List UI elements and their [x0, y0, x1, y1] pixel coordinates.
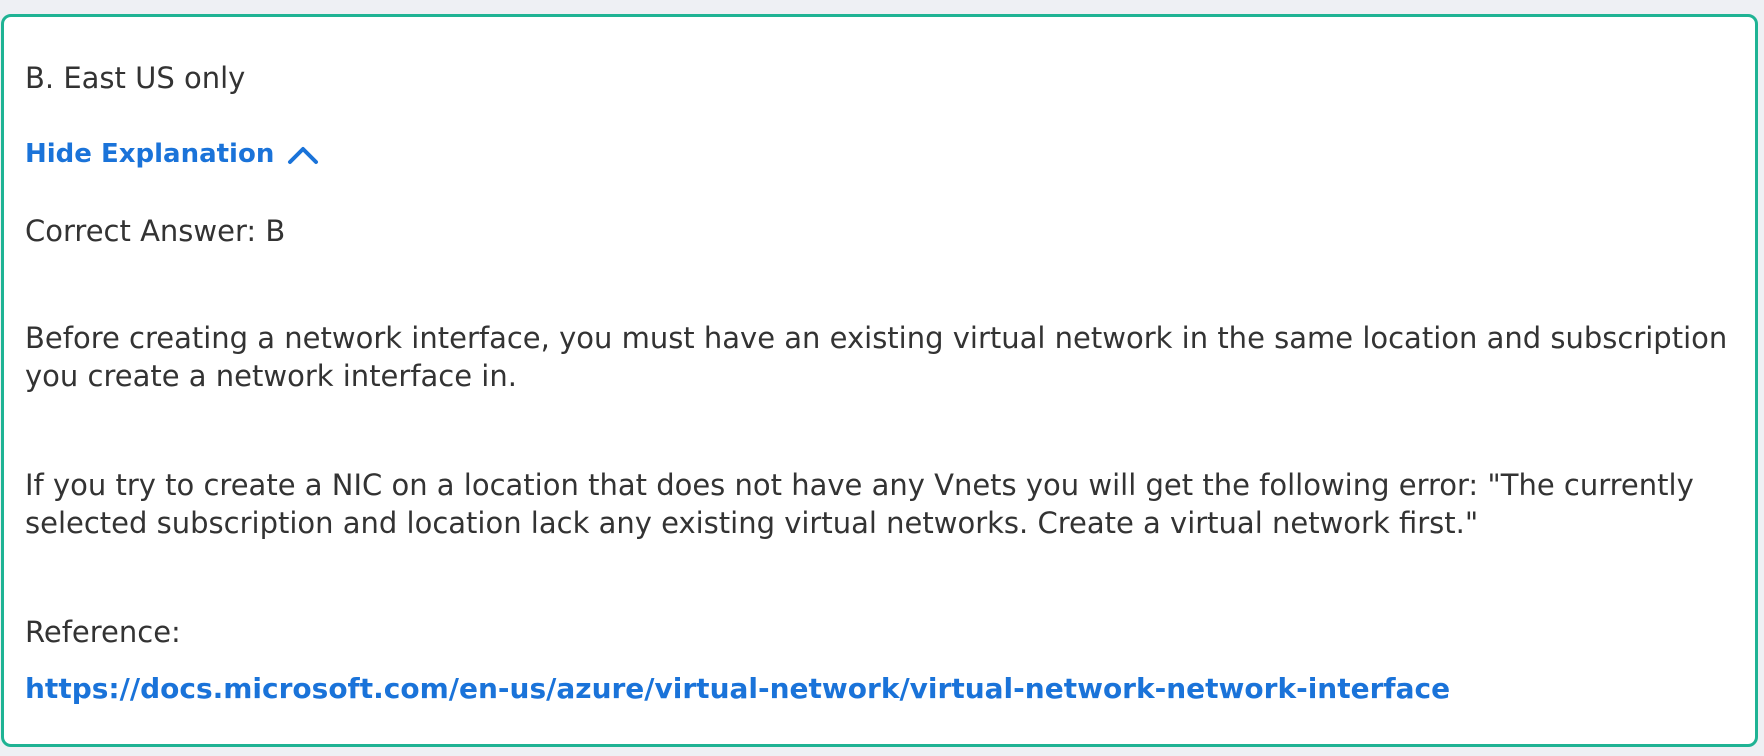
explanation-card: B. East US only Hide Explanation Correct…: [1, 14, 1758, 747]
correct-answer: Correct Answer: B: [25, 214, 286, 248]
hide-explanation-label: Hide Explanation: [25, 139, 275, 169]
explanation-paragraph-2: If you try to create a NIC on a location…: [25, 468, 1694, 540]
reference-label: Reference:: [25, 615, 181, 649]
reference-link[interactable]: https://docs.microsoft.com/en-us/azure/v…: [25, 670, 1450, 708]
hide-explanation-toggle[interactable]: Hide Explanation: [25, 135, 320, 173]
explanation-paragraph-1: Before creating a network interface, you…: [25, 321, 1728, 393]
answer-option: B. East US only: [25, 61, 246, 95]
chevron-up-icon: [288, 147, 319, 164]
